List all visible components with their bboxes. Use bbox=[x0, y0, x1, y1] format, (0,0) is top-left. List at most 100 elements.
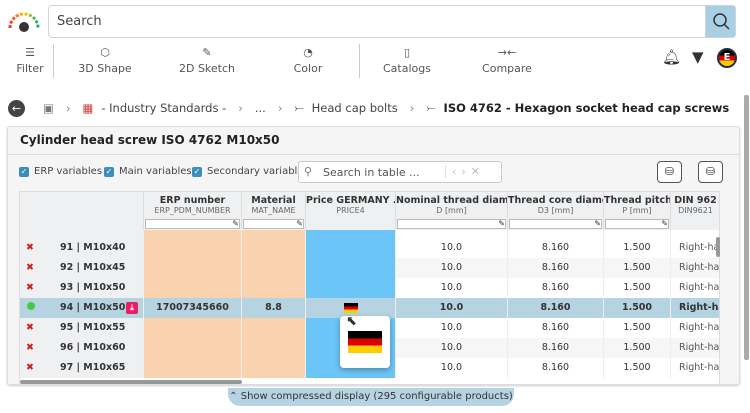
book-icon: ▯ bbox=[403, 45, 411, 59]
table-cell: 10.0 bbox=[396, 278, 508, 298]
chevron-icon: › bbox=[409, 101, 415, 115]
table-cell: 10.0 bbox=[396, 338, 508, 358]
column-header[interactable]: Price GERMANY ... PRICE4 bbox=[306, 192, 396, 230]
column-filter-input[interactable]: ✎ bbox=[243, 219, 304, 229]
bell-icon[interactable]: 🔔︎ bbox=[662, 48, 681, 66]
chevron-icon: › bbox=[65, 101, 71, 115]
database-add-button[interactable]: ⛁ bbox=[657, 161, 682, 183]
2d-sketch-button[interactable]: ✎ 2D Sketch bbox=[172, 42, 242, 76]
column-header[interactable]: Nominal thread diam... D [mm] ✎ bbox=[396, 192, 508, 230]
download-icon[interactable]: ⤓ bbox=[126, 302, 138, 314]
germany-flag-icon bbox=[348, 331, 382, 353]
horizontal-scrollbar[interactable] bbox=[20, 380, 242, 384]
cell-value: Right-har bbox=[679, 342, 720, 353]
table-row[interactable]: ✖ 91 | M10x40 10.0 8.160 1.500 Right-har bbox=[20, 238, 719, 258]
table-cell bbox=[508, 230, 604, 238]
column-header[interactable]: Material MAT_NAME ✎ bbox=[242, 192, 306, 230]
column-header[interactable]: Thread core diame...D3 [mm] ✎ bbox=[508, 192, 604, 230]
catalogs-button[interactable]: ▯ Catalogs bbox=[375, 42, 439, 76]
table-cell bbox=[242, 230, 306, 238]
secondary-variables-checkbox[interactable]: ✓ Secondary variables bbox=[192, 166, 309, 177]
table-cell: Right-har bbox=[671, 318, 719, 338]
unavailable-status-icon: ✖ bbox=[26, 362, 34, 373]
column-subtitle: MAT_NAME bbox=[251, 206, 296, 215]
row-id: 96 | M10x60 bbox=[60, 342, 126, 353]
table-cell bbox=[144, 338, 242, 358]
table-row[interactable]: 94 | M10x50 ⤓ 17007345660 8.8 10.0 8.160 1.500… bbox=[20, 298, 719, 318]
erp-variables-checkbox[interactable]: ✓ ERP variables bbox=[19, 166, 102, 177]
table-cell bbox=[242, 318, 306, 338]
vertical-scrollbar[interactable] bbox=[744, 95, 749, 360]
search-input[interactable]: Search bbox=[48, 5, 736, 38]
cell-value: 8.8 bbox=[265, 302, 282, 313]
row-id: 92 | M10x45 bbox=[60, 262, 126, 273]
main-variables-checkbox[interactable]: ✓ Main variables bbox=[104, 166, 192, 177]
funnel-icon[interactable]: ▼ bbox=[692, 48, 704, 66]
cell-value: 8.160 bbox=[541, 282, 570, 293]
column-header[interactable]: ERP number ERP_PDM_NUMBER ✎ bbox=[144, 192, 242, 230]
table-row[interactable]: ✖ 92 | M10x45 10.0 8.160 1.500 Right-har bbox=[20, 258, 719, 278]
table-search-input[interactable]: ⚲ Search in table ... ‹›✕ bbox=[298, 161, 502, 183]
user-avatar[interactable]: E bbox=[717, 48, 737, 68]
search-icon bbox=[713, 13, 730, 30]
color-button[interactable]: ◔ Color bbox=[278, 42, 338, 76]
cell-value: 1.500 bbox=[621, 302, 653, 313]
cell-value: 1.500 bbox=[623, 342, 651, 353]
table-cell: 17007345660 bbox=[144, 298, 242, 318]
breadcrumb-item[interactable]: - Industry Standards - bbox=[101, 101, 226, 115]
cell-value: Right-har bbox=[679, 302, 719, 313]
breadcrumb-item[interactable]: Head cap bolts bbox=[312, 101, 398, 115]
tool-label: Catalogs bbox=[383, 62, 431, 75]
column-filter-input[interactable]: ✎ bbox=[397, 219, 506, 229]
column-title: ERP number bbox=[159, 195, 226, 206]
unavailable-status-icon: ✖ bbox=[26, 282, 34, 293]
3d-shape-button[interactable]: ⬡ 3D Shape bbox=[70, 42, 140, 76]
table-cell bbox=[144, 278, 242, 298]
avatar-letter: E bbox=[723, 52, 731, 63]
table-cell bbox=[242, 358, 306, 378]
chevron-up-icon: ⌃ bbox=[229, 391, 241, 402]
cell-value: 10.0 bbox=[440, 262, 463, 273]
row-id: 91 | M10x40 bbox=[60, 242, 126, 253]
germany-flag-icon[interactable] bbox=[343, 302, 358, 313]
table-row[interactable]: ✖ 93 | M10x50 10.0 8.160 1.500 Right-har bbox=[20, 278, 719, 298]
cell-value: 10.0 bbox=[439, 302, 464, 313]
table-cell: 1.500 bbox=[604, 338, 671, 358]
search-button[interactable] bbox=[705, 6, 735, 37]
cell-value: 1.500 bbox=[623, 262, 651, 273]
column-header[interactable]: DIN 962 DIN9621 bbox=[671, 192, 719, 230]
cell-value: 8.160 bbox=[541, 242, 570, 253]
table-cell bbox=[242, 258, 306, 278]
show-compressed-display-button[interactable]: ⌃ Show compressed display (295 configura… bbox=[228, 388, 514, 406]
search-nav-icons[interactable]: ‹›✕ bbox=[445, 165, 485, 178]
home-icon[interactable]: ▣ bbox=[43, 101, 54, 115]
database-settings-button[interactable]: ⛁ bbox=[698, 161, 723, 183]
column-title: Price GERMANY ... bbox=[306, 195, 396, 206]
table-cell: 1.500 bbox=[604, 318, 671, 338]
table-cell: Right-har bbox=[671, 298, 719, 318]
filter-tool-button[interactable]: ☰ Filter bbox=[14, 42, 46, 76]
table-cell: 1.500 bbox=[604, 238, 671, 258]
database-add-icon: ⛁ bbox=[664, 165, 675, 178]
table-cell: 1.500 bbox=[604, 358, 671, 378]
checkbox-checked-icon: ✓ bbox=[192, 166, 202, 177]
table-cell bbox=[144, 358, 242, 378]
table-cell bbox=[242, 278, 306, 298]
table-cell: 8.160 bbox=[508, 238, 604, 258]
table-vertical-scrollbar[interactable] bbox=[716, 237, 720, 257]
column-filter-input[interactable]: ✎ bbox=[605, 219, 669, 229]
compare-button[interactable]: →← Compare bbox=[475, 42, 539, 76]
breadcrumb: ← ▣ › ▦ - Industry Standards - › ... › ⤚ Head… bbox=[8, 98, 729, 118]
unavailable-status-icon: ✖ bbox=[26, 342, 34, 353]
sliders-icon: ☰ bbox=[25, 45, 35, 59]
table-cell: 10.0 bbox=[396, 318, 508, 338]
cell-value: Right-har bbox=[679, 362, 720, 373]
table-cell bbox=[604, 230, 671, 238]
column-header[interactable]: Thread pitch P [mm] ✎ bbox=[604, 192, 671, 230]
breadcrumb-item[interactable]: ... bbox=[255, 101, 266, 115]
column-filter-input[interactable]: ✎ bbox=[145, 219, 240, 229]
table-cell bbox=[144, 258, 242, 278]
back-icon[interactable]: ← bbox=[8, 99, 25, 117]
column-filter-input[interactable]: ✎ bbox=[509, 219, 602, 229]
screw-icon: ⤚ bbox=[426, 100, 436, 115]
